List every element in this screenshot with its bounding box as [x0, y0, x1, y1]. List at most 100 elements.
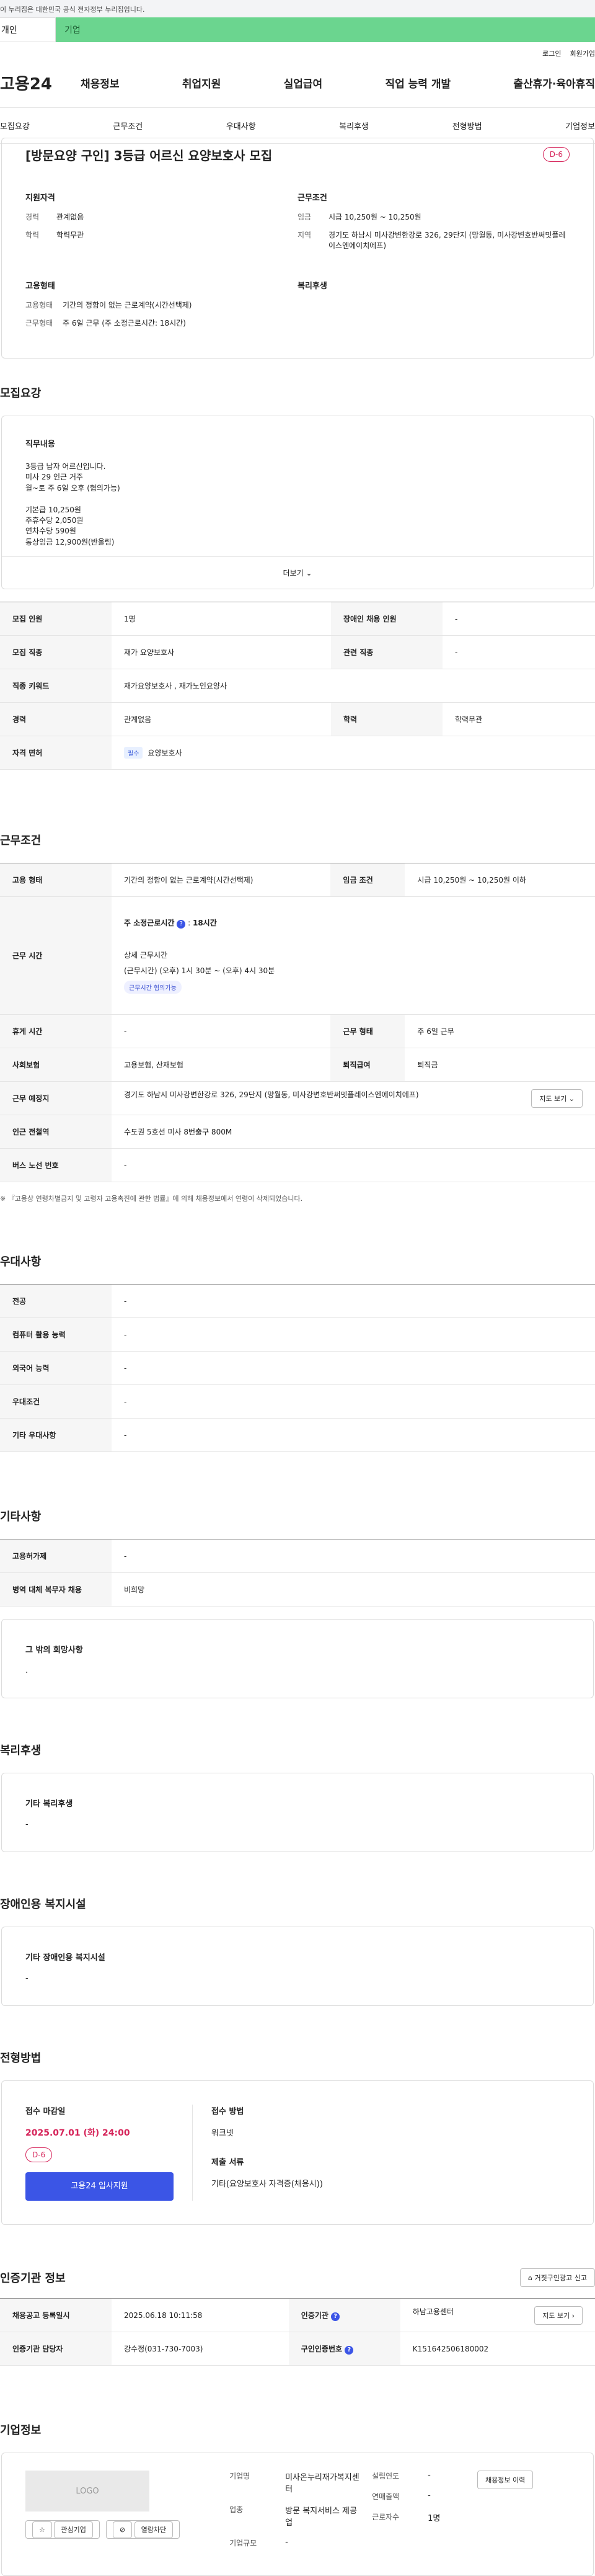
block-label: 열람차단: [134, 2521, 174, 2539]
week-hours-label: 주 소정근로시간: [124, 919, 175, 928]
welfare-section-title: 복리후생: [0, 1744, 42, 1758]
row-label: 근무 시간: [0, 896, 112, 1015]
row-value: 주 6일 근무: [405, 1014, 595, 1049]
info-icon: ?: [345, 2345, 354, 2355]
row-value: 관계없음: [112, 702, 331, 737]
table-row: 기타 우대사항 -: [0, 1418, 595, 1453]
row-label: 근무 형태: [330, 1014, 405, 1049]
sales-value: -: [428, 2491, 431, 2501]
row-value: 비희망: [112, 1572, 595, 1607]
agency-table: 채용공고 등록일시 2025.06.18 10:11:58 인증기관 ? 하남고…: [0, 2298, 595, 2366]
condition-heading: 근무조건: [298, 194, 327, 203]
table-row: 우대조건 -: [0, 1384, 595, 1419]
row-label: 병역 대체 복무자 채용: [0, 1572, 112, 1607]
row-value: 퇴직금: [405, 1048, 595, 1082]
deadline-title: 접수 마감일: [25, 2107, 66, 2117]
tab-personal[interactable]: 개인: [0, 17, 56, 42]
agency-header: 인증기관 정보 ⌂ 거짓구인광고 신고: [0, 2268, 595, 2288]
conditions-table: 고용 형태 기간의 정함이 없는 근로계약(시간선택제) 임금 조건 시급 10…: [0, 863, 595, 1183]
sales-label: 연매출액: [372, 2492, 400, 2502]
row-label: 전공: [0, 1284, 112, 1319]
year-label: 설립연도: [372, 2472, 400, 2481]
detail-time-value: (근무시간) (오후) 1시 30분 ~ (오후) 4시 30분: [124, 966, 275, 976]
apply-card: 접수 마감일 2025.07.01 (화) 24:00 D-6 고용24 입사지…: [1, 2080, 594, 2226]
table-row: 근무 시간 주 소정근로시간 ? : 18시간 상세 근무시간 (근무시간) (…: [0, 896, 595, 1015]
tab-apply[interactable]: 전형방법: [452, 120, 482, 131]
gnb-menu: 채용정보 취업지원 실업급여 직업 능력 개발 출산휴가·육아휴직: [74, 75, 595, 91]
map-button[interactable]: 지도 보기 ⌄: [531, 1089, 583, 1108]
method-title: 접수 방법: [211, 2107, 244, 2117]
info-icon: ?: [177, 920, 186, 929]
tab-recruit[interactable]: 모집요강: [0, 120, 30, 131]
job-description-card: 직무내용 3등급 남자 어르신입니다. 미사 29 인근 거주 월~토 주 6일…: [1, 416, 594, 590]
table-row: 경력 관계없음 학력 학력무관: [0, 702, 595, 737]
company-card: LOGO ☆ 관심기업 ⊘ 열람차단 기업명 미사온누리재가복지센터 업종 방문 복…: [1, 2453, 594, 2576]
report-button-label: 거짓구인광고 신고: [534, 2274, 587, 2283]
job-description-text: 3등급 남자 어르신입니다. 미사 29 인근 거주 월~토 주 6일 오후 (…: [25, 462, 120, 546]
row-value: -: [112, 1351, 595, 1386]
row-label: 외국어 능력: [0, 1351, 112, 1386]
dday-badge: D-6: [25, 2147, 53, 2163]
industry-label: 업종: [229, 2505, 244, 2515]
table-row: 자격 면허 필수 요양보호사: [0, 736, 595, 770]
table-row: 직종 키워드 재가요양보호사 , 재가노인요양사: [0, 669, 595, 703]
top-links: 로그인 회원가입: [0, 42, 595, 58]
row-label: 임금 조건: [330, 863, 405, 898]
worktype-value: 주 6일 근무 (주 소정근로시간: 18시간): [63, 319, 186, 328]
favorite-button[interactable]: ☆ 관심기업: [25, 2520, 100, 2539]
row-label: 인증기관 담당자: [0, 2332, 112, 2366]
report-button[interactable]: ⌂ 거짓구인광고 신고: [520, 2268, 595, 2288]
other-wishes-card: 그 밖의 희망사항 .: [1, 1619, 594, 1699]
row-label: 기타 우대사항: [0, 1418, 112, 1453]
gnb-item-leave[interactable]: 출산휴가·육아휴직: [513, 75, 595, 91]
table-row: 인근 전철역 수도권 5호선 미사 8번출구 800M: [0, 1115, 595, 1149]
site-logo[interactable]: 고용24: [0, 71, 74, 94]
company-logo: LOGO: [25, 2471, 149, 2512]
required-badge: 필수: [124, 747, 143, 759]
job-summary-card: [방문요양 구인] 3등급 어르신 요양보호사 모집 D-6 지원자격 경력 관계…: [1, 138, 594, 359]
region-label: 지역: [298, 231, 312, 239]
company-name-value: 미사온누리재가복지센터: [285, 2473, 359, 2495]
row-label: 근무 예정지: [0, 1081, 112, 1116]
star-icon: ☆: [32, 2521, 52, 2539]
gnb-item-employment-support[interactable]: 취업지원: [182, 75, 221, 91]
recruit-table: 모집 인원 1명 장애인 채용 인원 - 모집 직종 재가 요양보호사 관련 직…: [0, 602, 595, 770]
row-label: 사회보험: [0, 1048, 112, 1082]
row-value: 강수정(031-730-7003): [112, 2332, 289, 2366]
home-icon: ⌂: [528, 2274, 533, 2283]
tab-conditions[interactable]: 근무조건: [113, 120, 143, 131]
dday-badge: D-6: [542, 147, 570, 162]
preference-section-title: 우대사항: [0, 1255, 42, 1269]
table-row: 컴퓨터 활용 능력 -: [0, 1317, 595, 1352]
row-value: -: [112, 1148, 595, 1183]
tab-company[interactable]: 기업: [56, 17, 595, 42]
welfare-box-title: 기타 복리후생: [25, 1799, 73, 1809]
gnb-item-unemployment[interactable]: 실업급여: [284, 75, 323, 91]
tab-welfare[interactable]: 복리후생: [339, 120, 369, 131]
table-row: 고용 형태 기간의 정함이 없는 근로계약(시간선택제) 임금 조건 시급 10…: [0, 863, 595, 898]
table-row: 병역 대체 복무자 채용 비희망: [0, 1572, 595, 1607]
job-description-title: 직무내용: [25, 440, 55, 449]
signup-link[interactable]: 회원가입: [570, 48, 595, 58]
hiring-history-button[interactable]: 채용정보 이력: [477, 2471, 534, 2490]
year-value: -: [428, 2471, 431, 2480]
emp-heading: 고용형태: [25, 282, 55, 291]
gnb-item-training[interactable]: 직업 능력 개발: [385, 75, 451, 91]
row-value: 고용보험, 산재보험: [112, 1048, 331, 1082]
apply-button[interactable]: 고용24 입사지원: [25, 2172, 174, 2201]
career-value: 관계없음: [56, 213, 84, 221]
gnb-item-jobs[interactable]: 채용정보: [81, 75, 120, 91]
job-title: [방문요양 구인] 3등급 어르신 요양보호사 모집: [25, 148, 273, 163]
table-row: 버스 노선 번호 -: [0, 1148, 595, 1183]
tab-company[interactable]: 기업정보: [565, 120, 595, 131]
more-label: 더보기: [283, 569, 304, 578]
docs-value: 기타(요양보호사 자격증(채용시)): [211, 2180, 323, 2190]
login-link[interactable]: 로그인: [542, 48, 561, 58]
license-value: 요양보호사: [148, 749, 182, 758]
size-label: 기업규모: [229, 2539, 257, 2548]
block-button[interactable]: ⊘ 열람차단: [105, 2520, 180, 2539]
more-button[interactable]: 더보기 ⌄: [2, 556, 593, 589]
agency-map-button[interactable]: 지도 보기 ›: [534, 2306, 583, 2325]
tab-preference[interactable]: 우대사항: [226, 120, 256, 131]
qualification-heading: 지원자격: [25, 194, 55, 203]
